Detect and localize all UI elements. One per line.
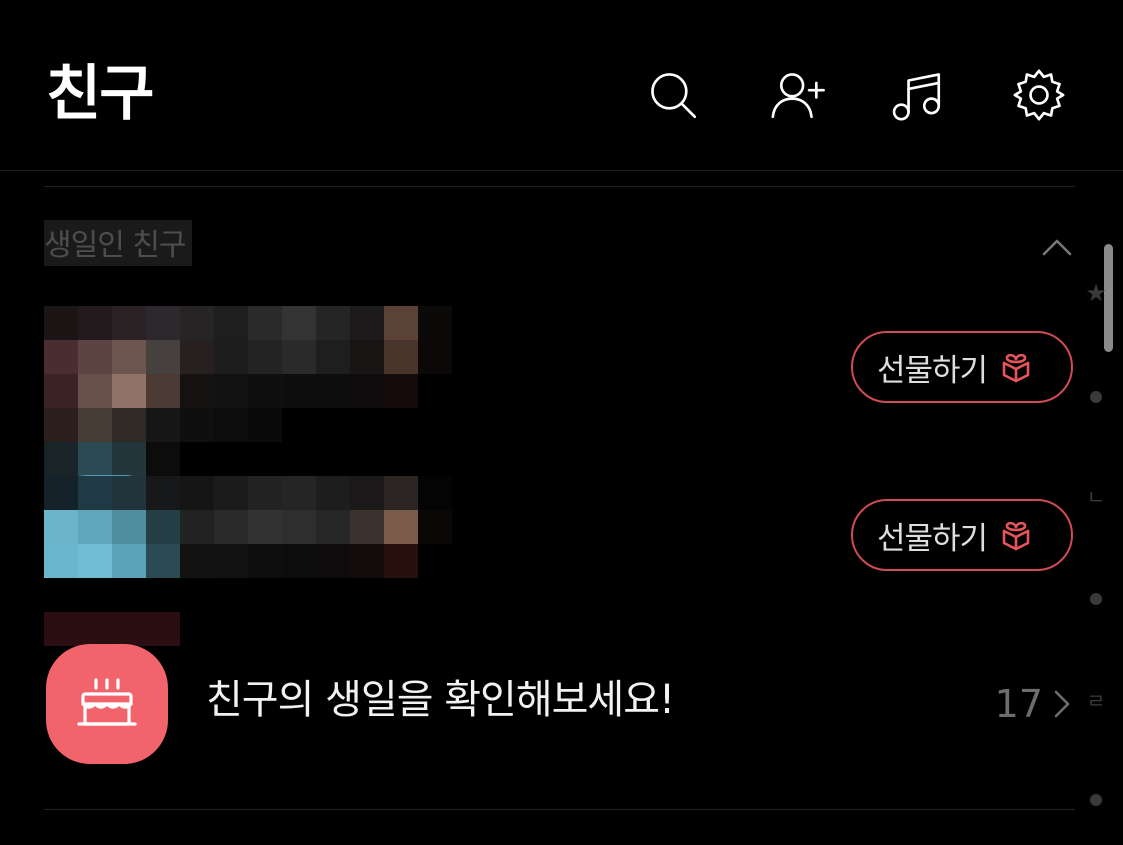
- section-divider: [44, 186, 1075, 187]
- section-label-birthday-friends: 생일인 친구: [44, 220, 192, 266]
- search-icon[interactable]: [642, 64, 704, 126]
- censored-profile: [44, 476, 452, 646]
- check-birthdays-row[interactable]: 친구의 생일을 확인해보세요! 17: [44, 640, 1075, 766]
- app-header: 친구: [0, 0, 1123, 171]
- gift-icon: [999, 350, 1033, 384]
- page-title: 친구: [46, 59, 154, 129]
- cake-icon: [46, 644, 168, 764]
- check-birthdays-text: 친구의 생일을 확인해보세요!: [206, 677, 675, 723]
- gift-icon: [999, 518, 1033, 552]
- collapse-chevron-icon[interactable]: [1038, 232, 1076, 262]
- index-dot[interactable]: [1090, 593, 1102, 605]
- index-dot[interactable]: [1090, 794, 1102, 806]
- gift-button[interactable]: 선물하기: [851, 331, 1073, 403]
- alphabet-index-bar[interactable]: ★ ㄴ ㄹ: [1080, 275, 1112, 845]
- gift-button[interactable]: 선물하기: [851, 499, 1073, 571]
- section-divider: [44, 809, 1075, 810]
- index-item-favorites[interactable]: ★: [1080, 281, 1112, 305]
- settings-icon[interactable]: [1008, 64, 1070, 126]
- censored-profile: [44, 306, 452, 476]
- index-item-nieun[interactable]: ㄴ: [1080, 485, 1112, 509]
- chevron-right-icon: [1051, 686, 1073, 722]
- friends-screen: 친구 생일인 친구 선물하기 선물하기 친구의 생일을 확인해보세요! 17 ★…: [0, 0, 1123, 845]
- index-item-rieul[interactable]: ㄹ: [1080, 689, 1112, 713]
- music-icon[interactable]: [886, 64, 948, 126]
- birthday-count: 17: [994, 682, 1043, 726]
- add-friend-icon[interactable]: [766, 64, 828, 126]
- gift-button-label: 선물하기: [877, 520, 988, 557]
- gift-button-label: 선물하기: [877, 352, 988, 389]
- index-dot[interactable]: [1090, 391, 1102, 403]
